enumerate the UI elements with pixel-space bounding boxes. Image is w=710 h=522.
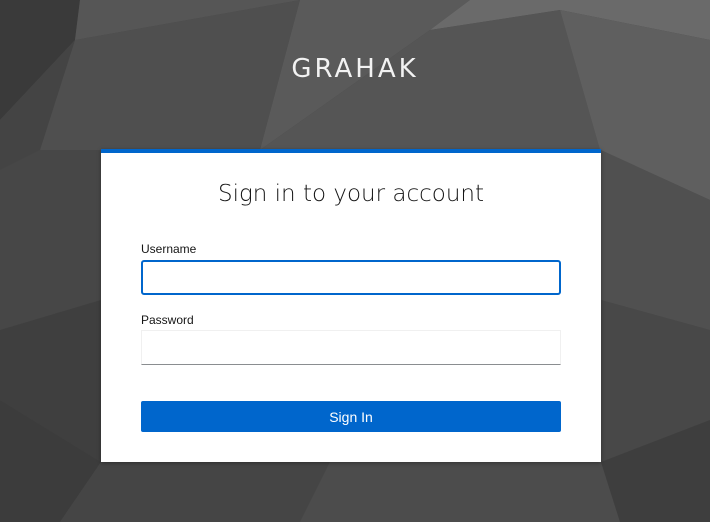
sign-in-button[interactable]: Sign In [141,401,561,432]
login-title: Sign in to your account [217,181,485,207]
username-label: Username [141,242,197,256]
login-card: Sign in to your account Username Passwor… [101,149,601,462]
password-label: Password [141,313,194,327]
brand-logo-text: GRAHAK [291,54,419,84]
password-input[interactable] [141,330,561,365]
username-input[interactable] [141,260,561,295]
